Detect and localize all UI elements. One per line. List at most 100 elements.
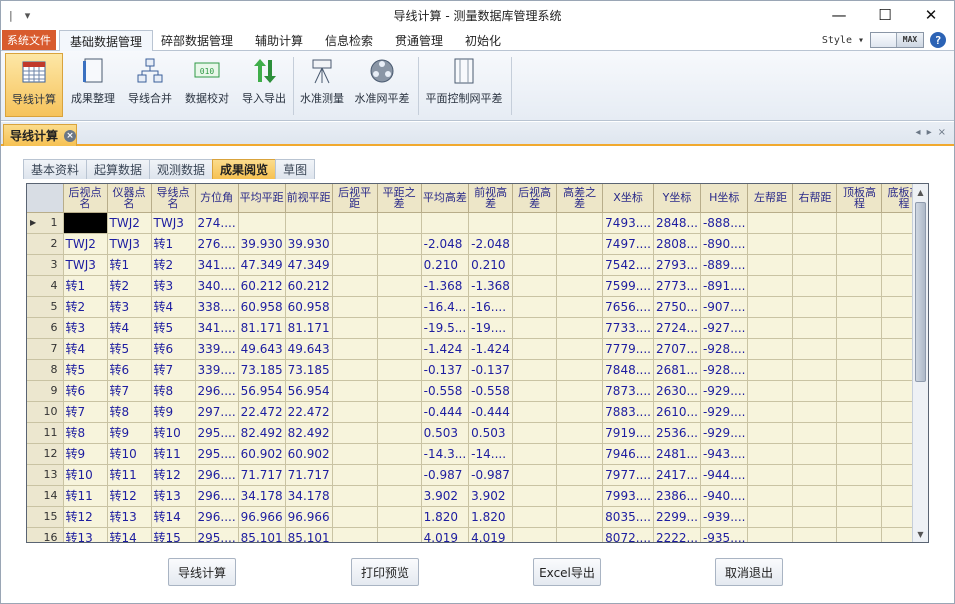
table-cell[interactable]: 39.930	[285, 233, 333, 255]
table-cell[interactable]: 转15	[151, 527, 196, 542]
table-cell[interactable]	[332, 233, 378, 255]
row-header[interactable]: 3	[27, 254, 64, 276]
table-cell[interactable]: -19....	[468, 317, 514, 339]
table-cell[interactable]: 转3	[151, 275, 196, 297]
table-cell[interactable]	[792, 296, 838, 318]
table-cell[interactable]: 2724...	[653, 317, 701, 339]
table-cell[interactable]	[792, 401, 838, 423]
table-cell[interactable]	[792, 233, 838, 255]
row-header[interactable]: 16	[27, 527, 64, 542]
table-cell[interactable]: 7493....	[602, 212, 654, 234]
excel-export-button[interactable]: Excel导出	[533, 558, 601, 586]
table-cell[interactable]: 转11	[63, 485, 108, 507]
table-cell[interactable]: 339....	[195, 359, 239, 381]
table-cell[interactable]	[792, 338, 838, 360]
table-cell[interactable]	[836, 275, 883, 297]
table-cell[interactable]	[377, 275, 422, 297]
column-header[interactable]: 后视平距	[332, 184, 378, 213]
table-cell[interactable]	[836, 485, 883, 507]
table-cell[interactable]: 转12	[63, 506, 108, 528]
traverse-merge-button[interactable]: 导线合并	[123, 53, 177, 117]
table-cell[interactable]	[792, 317, 838, 339]
table-cell[interactable]	[512, 422, 558, 444]
table-cell[interactable]	[747, 233, 794, 255]
table-cell[interactable]	[556, 464, 604, 486]
tab-observation-data[interactable]: 观测数据	[149, 159, 214, 179]
table-cell[interactable]	[332, 212, 378, 234]
table-cell[interactable]: 34.178	[238, 485, 286, 507]
tab-basic-data[interactable]: 基础数据管理	[59, 30, 154, 52]
column-header[interactable]: 平均高差	[421, 184, 470, 213]
table-cell[interactable]	[556, 275, 604, 297]
table-cell[interactable]: 7919....	[602, 422, 654, 444]
table-cell[interactable]: -889....	[700, 254, 749, 276]
table-cell[interactable]: 47.349	[285, 254, 333, 276]
table-cell[interactable]	[836, 359, 883, 381]
row-header[interactable]: 15	[27, 506, 64, 528]
table-cell[interactable]: -19.5...	[421, 317, 470, 339]
table-cell[interactable]	[377, 527, 422, 542]
table-cell[interactable]	[512, 233, 558, 255]
help-icon[interactable]: ?	[930, 32, 946, 48]
tab-through-mgmt[interactable]: 贯通管理	[385, 30, 453, 51]
table-cell[interactable]	[377, 422, 422, 444]
table-cell[interactable]: -16.4...	[421, 296, 470, 318]
table-cell[interactable]	[421, 212, 470, 234]
maximize-button[interactable]: ☐	[862, 1, 908, 29]
table-cell[interactable]	[747, 296, 794, 318]
table-cell[interactable]: 297....	[195, 401, 239, 423]
table-cell[interactable]: 8072....	[602, 527, 654, 542]
table-cell[interactable]	[747, 359, 794, 381]
calculate-button[interactable]: 导线计算	[168, 558, 236, 586]
table-cell[interactable]: -907....	[700, 296, 749, 318]
column-header[interactable]: 导线点名	[151, 184, 196, 213]
table-cell[interactable]	[747, 443, 794, 465]
row-header[interactable]: 6	[27, 317, 64, 339]
table-cell[interactable]: 338....	[195, 296, 239, 318]
column-header[interactable]: 平均平距	[238, 184, 286, 213]
table-cell[interactable]	[332, 359, 378, 381]
table-cell[interactable]	[792, 506, 838, 528]
table-cell[interactable]: 85.101	[285, 527, 333, 542]
table-cell[interactable]: -888....	[700, 212, 749, 234]
table-cell[interactable]	[747, 254, 794, 276]
table-cell[interactable]: 276....	[195, 233, 239, 255]
table-cell[interactable]: 转7	[63, 401, 108, 423]
table-cell[interactable]: 转3	[107, 296, 152, 318]
table-cell[interactable]: 7599....	[602, 275, 654, 297]
table-cell[interactable]	[512, 401, 558, 423]
table-cell[interactable]	[512, 212, 558, 234]
table-cell[interactable]: -0.444	[421, 401, 470, 423]
column-header[interactable]: 右帮距	[792, 184, 838, 213]
table-cell[interactable]: 60.902	[238, 443, 286, 465]
table-cell[interactable]: 2417...	[653, 464, 701, 486]
tab-start-data[interactable]: 起算数据	[86, 159, 151, 179]
table-cell[interactable]	[238, 212, 286, 234]
table-cell[interactable]	[747, 527, 794, 542]
table-cell[interactable]: 转7	[151, 359, 196, 381]
table-cell[interactable]	[512, 506, 558, 528]
traverse-calc-button[interactable]: 导线计算	[5, 53, 63, 117]
table-row[interactable]: ▶ 1 TWJ2 TWJ3 274.... 7493.... 2848... -888....	[27, 212, 927, 234]
scroll-right-icon[interactable]: ▸	[927, 127, 932, 138]
style-toggle[interactable]: MAX	[870, 32, 924, 48]
table-cell[interactable]: 3.902	[468, 485, 514, 507]
table-cell[interactable]	[556, 443, 604, 465]
table-cell[interactable]: 96.966	[285, 506, 333, 528]
table-cell[interactable]	[377, 233, 422, 255]
table-cell[interactable]: -2.048	[468, 233, 514, 255]
table-cell[interactable]: 81.171	[285, 317, 333, 339]
table-cell[interactable]: -1.424	[421, 338, 470, 360]
table-cell[interactable]: 2773...	[653, 275, 701, 297]
table-cell[interactable]	[836, 464, 883, 486]
table-cell[interactable]	[512, 359, 558, 381]
table-cell[interactable]: 22.472	[238, 401, 286, 423]
column-header[interactable]: X坐标	[602, 184, 654, 213]
table-cell[interactable]: TWJ3	[151, 212, 196, 234]
table-cell[interactable]: 22.472	[285, 401, 333, 423]
table-cell[interactable]	[836, 317, 883, 339]
table-row[interactable]: 2 TWJ2 TWJ3 转1 276.... 39.930 39.930 -2.048 -2.0…	[27, 233, 927, 255]
table-cell[interactable]: 3.902	[421, 485, 470, 507]
scroll-thumb[interactable]	[915, 202, 926, 382]
table-cell[interactable]: 296....	[195, 464, 239, 486]
